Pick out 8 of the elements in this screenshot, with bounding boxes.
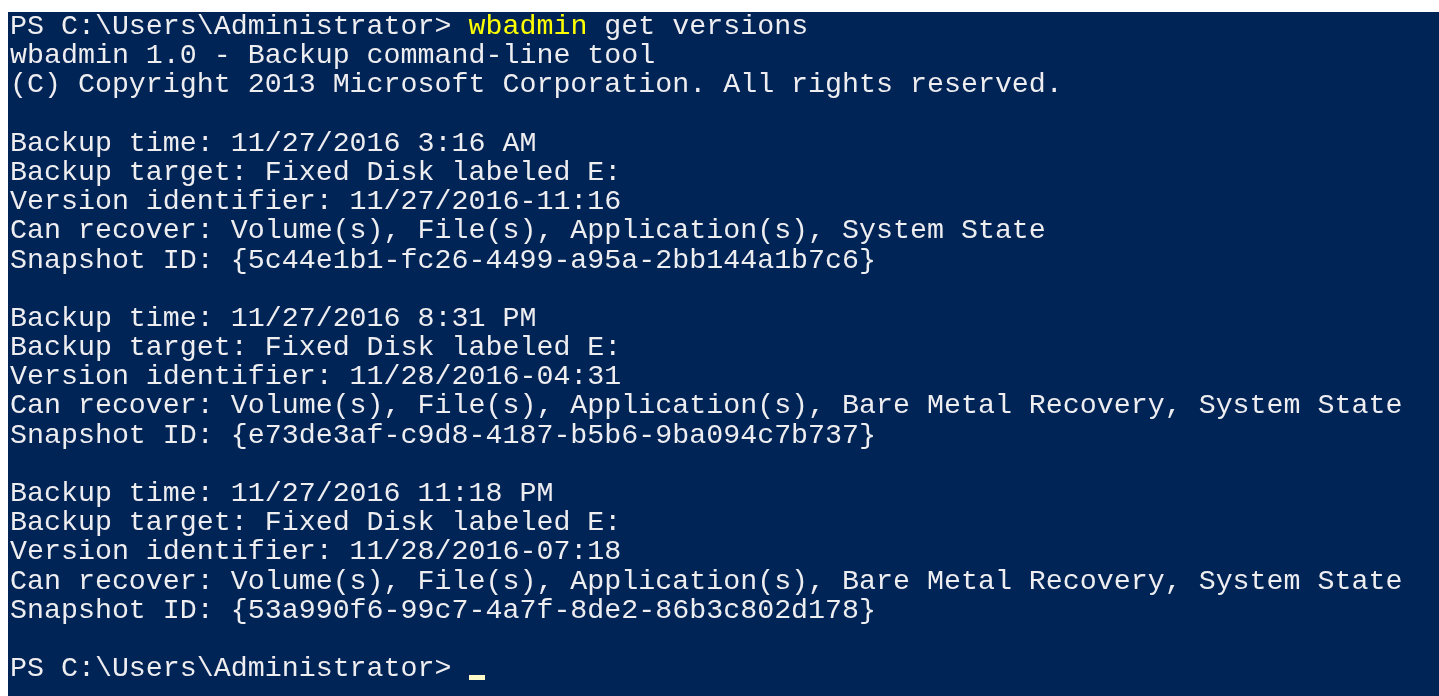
output-text: Backup time: 11/27/2016 11:18 PM (10, 477, 554, 509)
output-text: Backup time: 11/27/2016 8:31 PM (10, 301, 537, 334)
output-text: Backup time: 11/27/2016 3:16 AM (10, 126, 537, 159)
prompt-text: PS C:\Users\Administrator> (10, 652, 452, 685)
command-name: wbadmin (468, 10, 588, 42)
text-cursor (468, 675, 485, 681)
command-arguments: get versions (604, 10, 809, 42)
prompt-text: PS C:\Users\Administrator> (10, 10, 452, 42)
